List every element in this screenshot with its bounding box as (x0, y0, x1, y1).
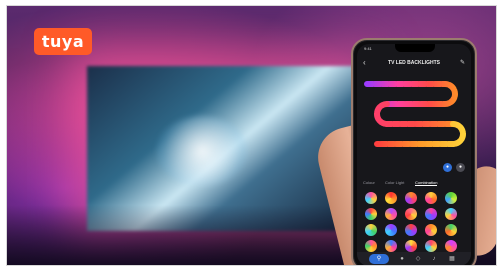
swatch[interactable] (405, 224, 417, 236)
swatch[interactable] (365, 192, 377, 204)
swatch[interactable] (385, 208, 397, 220)
bottom-nav-bar: ⚲ ● ◇ ♪ ▦ (357, 252, 471, 265)
music-icon[interactable]: ♪ (429, 254, 439, 264)
tab-color-light[interactable]: Color Light (385, 180, 404, 185)
mode-tabs: Colour Color Light Combination (357, 178, 471, 188)
color-combination-grid (365, 192, 463, 252)
tv-glow-shape (157, 116, 247, 186)
swatch[interactable] (365, 208, 377, 220)
tab-combination[interactable]: Combination (415, 180, 438, 186)
swatch[interactable] (445, 240, 457, 252)
phone-screen: 9:41 ‹ TV LED BACKLIGHTS ✎ ● ● Colour Co… (357, 44, 471, 265)
tag-icon[interactable]: ◇ (413, 254, 423, 264)
swatch[interactable] (425, 224, 437, 236)
led-strip-row-1 (364, 81, 458, 107)
smartphone: 9:41 ‹ TV LED BACKLIGHTS ✎ ● ● Colour Co… (351, 38, 477, 265)
app-header: ‹ TV LED BACKLIGHTS ✎ (357, 58, 471, 68)
app-title: TV LED BACKLIGHTS (388, 60, 440, 66)
swatch[interactable] (425, 208, 437, 220)
swatch[interactable] (385, 192, 397, 204)
led-strip-preview (364, 81, 466, 147)
swatch[interactable] (425, 192, 437, 204)
swatch[interactable] (425, 240, 437, 252)
swatch[interactable] (385, 240, 397, 252)
swatch[interactable] (445, 192, 457, 204)
swatch[interactable] (445, 224, 457, 236)
swatch[interactable] (365, 240, 377, 252)
search-icon[interactable]: ⚲ (369, 254, 389, 264)
swatch[interactable] (405, 208, 417, 220)
photo-frame: tuya 9:41 ‹ TV LED BACKLIGHTS ✎ ● ● Colo… (6, 5, 497, 266)
swatch[interactable] (445, 208, 457, 220)
tuya-logo: tuya (34, 28, 92, 55)
swatch[interactable] (385, 224, 397, 236)
pencil-icon[interactable]: ✎ (460, 58, 465, 68)
mode-button-blue[interactable]: ● (443, 163, 452, 172)
bulb-icon[interactable]: ● (397, 254, 407, 264)
swatch[interactable] (365, 224, 377, 236)
swatch[interactable] (405, 192, 417, 204)
tab-colour[interactable]: Colour (363, 180, 375, 185)
status-time: 9:41 (364, 46, 372, 51)
swatch[interactable] (405, 240, 417, 252)
mode-button-gray[interactable]: ● (456, 163, 465, 172)
phone-notch (395, 44, 435, 52)
grid-icon[interactable]: ▦ (447, 254, 457, 264)
